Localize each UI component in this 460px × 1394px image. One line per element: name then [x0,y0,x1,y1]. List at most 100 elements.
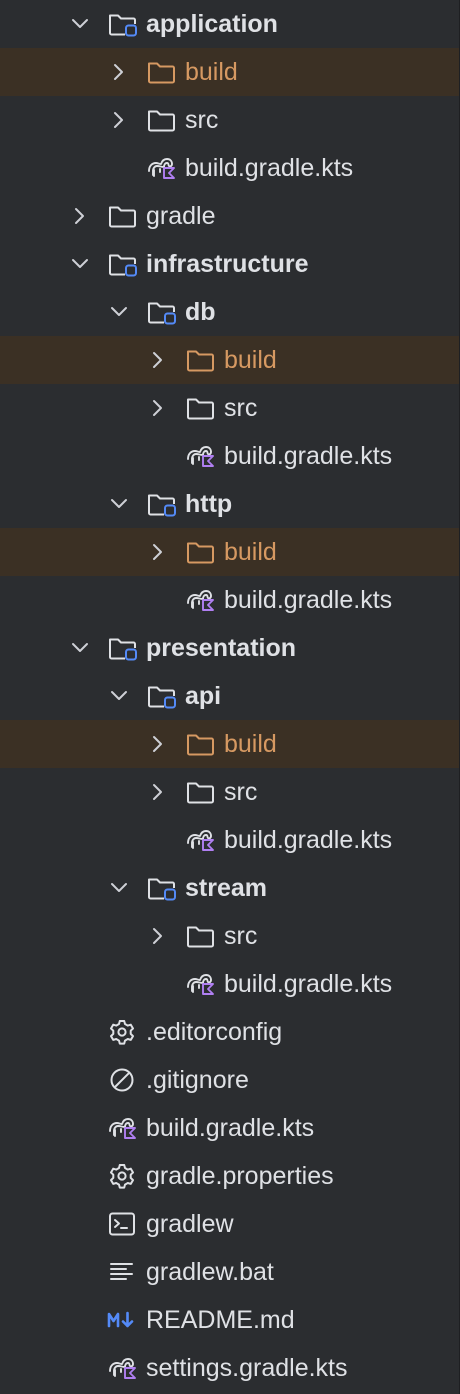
folder-icon [107,203,137,229]
module-folder-icon [107,635,137,661]
folder-excluded-icon [185,347,215,373]
ignore-file-icon [107,1067,137,1093]
tree-item-label: build.gradle.kts [146,1114,315,1142]
file-root-build-gradle-kts[interactable]: build.gradle.kts [0,1104,460,1152]
folder-stream[interactable]: stream [0,864,460,912]
chevron-right-icon[interactable] [109,62,129,82]
file-http-build-gradle-kts[interactable]: build.gradle.kts [0,576,460,624]
gradle-kotlin-icon [107,1355,137,1381]
file-api-build-gradle-kts[interactable]: build.gradle.kts [0,816,460,864]
folder-db-build[interactable]: build [0,336,460,384]
folder-http[interactable]: http [0,480,460,528]
tree-item-label: build [224,346,277,374]
gear-icon [107,1163,137,1189]
folder-excluded-icon [185,731,215,757]
tree-item-label: build.gradle.kts [224,970,393,998]
gear-icon [107,1019,137,1045]
file-stream-build-gradle-kts[interactable]: build.gradle.kts [0,960,460,1008]
module-folder-icon [107,251,137,277]
tree-item-label: gradlew [146,1210,234,1238]
chevron-down-icon[interactable] [70,14,90,34]
module-folder-icon [146,875,176,901]
tree-item-label: build [224,538,277,566]
file-editorconfig[interactable]: .editorconfig [0,1008,460,1056]
folder-api[interactable]: api [0,672,460,720]
tree-item-label: gradle [146,202,216,230]
folder-icon [185,779,215,805]
chevron-right-icon[interactable] [148,542,168,562]
folder-stream-src[interactable]: src [0,912,460,960]
file-gradlew-bat[interactable]: gradlew.bat [0,1248,460,1296]
folder-http-build[interactable]: build [0,528,460,576]
chevron-right-icon[interactable] [148,782,168,802]
tree-item-label: gradle.properties [146,1162,334,1190]
file-readme-md[interactable]: README.md [0,1296,460,1344]
tree-item-label: application [146,10,278,38]
tree-item-label: src [224,922,258,950]
file-gradle-properties[interactable]: gradle.properties [0,1152,460,1200]
file-db-build-gradle-kts[interactable]: build.gradle.kts [0,432,460,480]
tree-item-label: README.md [146,1306,295,1334]
tree-item-label: build.gradle.kts [224,826,393,854]
tree-item-label: http [185,490,233,518]
folder-icon [146,107,176,133]
tree-item-label: build.gradle.kts [185,154,354,182]
tree-item-label: src [224,394,258,422]
folder-application-build[interactable]: build [0,48,460,96]
tree-item-label: db [185,298,216,326]
terminal-icon [107,1211,137,1237]
text-file-icon [107,1259,137,1285]
folder-db[interactable]: db [0,288,460,336]
tree-item-label: src [185,106,219,134]
gradle-kotlin-icon [185,827,215,853]
tree-item-label: api [185,682,222,710]
file-application-build-gradle-kts[interactable]: build.gradle.kts [0,144,460,192]
module-folder-icon [146,299,176,325]
module-folder-icon [146,683,176,709]
chevron-right-icon[interactable] [148,398,168,418]
tree-item-label: presentation [146,634,297,662]
folder-api-build[interactable]: build [0,720,460,768]
folder-presentation[interactable]: presentation [0,624,460,672]
tree-item-label: build [185,58,238,86]
file-settings-gradle-kts[interactable]: settings.gradle.kts [0,1344,460,1392]
gradle-kotlin-icon [185,971,215,997]
chevron-down-icon[interactable] [70,254,90,274]
chevron-right-icon[interactable] [70,206,90,226]
folder-icon [185,395,215,421]
chevron-right-icon[interactable] [148,350,168,370]
file-gradlew[interactable]: gradlew [0,1200,460,1248]
module-folder-icon [146,491,176,517]
folder-db-src[interactable]: src [0,384,460,432]
tree-item-label: .gitignore [146,1066,249,1094]
folder-excluded-icon [185,539,215,565]
tree-item-label: build.gradle.kts [224,442,393,470]
folder-application-src[interactable]: src [0,96,460,144]
tree-item-label: gradlew.bat [146,1258,274,1286]
tree-item-label: .editorconfig [146,1018,283,1046]
gradle-kotlin-icon [146,155,176,181]
chevron-down-icon[interactable] [70,638,90,658]
chevron-down-icon[interactable] [109,686,129,706]
tree-item-label: build [224,730,277,758]
gradle-kotlin-icon [107,1115,137,1141]
chevron-right-icon[interactable] [109,110,129,130]
tree-item-label: infrastructure [146,250,309,278]
tree-item-label: settings.gradle.kts [146,1354,348,1382]
file-gitignore[interactable]: .gitignore [0,1056,460,1104]
folder-icon [185,923,215,949]
folder-gradle[interactable]: gradle [0,192,460,240]
folder-application[interactable]: application [0,0,460,48]
tree-item-label: src [224,778,258,806]
gradle-kotlin-icon [185,443,215,469]
chevron-right-icon[interactable] [148,926,168,946]
chevron-down-icon[interactable] [109,302,129,322]
tree-item-label: build.gradle.kts [224,586,393,614]
chevron-down-icon[interactable] [109,494,129,514]
folder-infrastructure[interactable]: infrastructure [0,240,460,288]
project-tree: application build src build.gradle.kts gradl… [0,0,460,1394]
module-folder-icon [107,11,137,37]
chevron-right-icon[interactable] [148,734,168,754]
chevron-down-icon[interactable] [109,878,129,898]
folder-api-src[interactable]: src [0,768,460,816]
